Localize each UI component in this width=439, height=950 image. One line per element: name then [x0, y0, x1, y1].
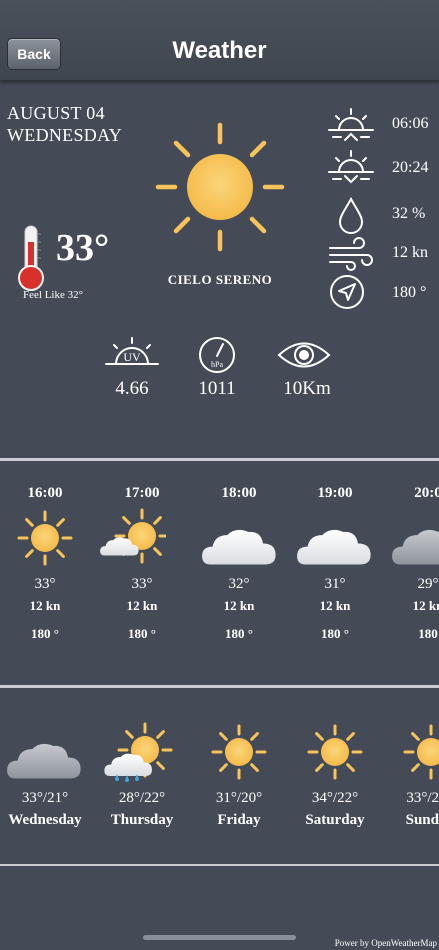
divider — [0, 685, 439, 688]
hourly-wind-direction: 180 ° — [225, 626, 253, 641]
daily-day-name: Thursday — [110, 812, 174, 828]
powered-by-label: Power by OpenWeatherMap — [334, 938, 437, 948]
cloud-icon — [202, 529, 276, 565]
sunrise-icon — [328, 108, 374, 141]
hourly-temperature: 32° — [228, 576, 250, 592]
thermometer-icon — [18, 225, 44, 291]
wind-direction-icon — [330, 275, 364, 309]
daily-day-name: Friday — [217, 812, 261, 828]
dark-cloud-icon — [392, 529, 439, 565]
sunset-icon — [328, 150, 374, 184]
hourly-wind: 12 kn — [126, 598, 158, 613]
navigation-bar: Back Weather — [0, 0, 439, 81]
pressure-value: 1011 — [198, 378, 236, 399]
cloud-icon — [297, 529, 371, 565]
hourly-wind-direction: 180 — [418, 626, 438, 641]
humidity-drop-icon — [338, 196, 364, 234]
uv-index-value: 4.66 — [115, 378, 149, 399]
hourly-time: 19:00 — [317, 485, 353, 501]
weather-condition: CIELO SERENO — [167, 272, 273, 287]
pressure-unit-label: hPa — [211, 360, 223, 369]
sun-icon — [211, 724, 267, 780]
sun-icon — [17, 510, 73, 566]
current-temperature: 33° — [56, 227, 110, 269]
daily-temperature-range: 28°/22° — [118, 790, 166, 806]
hourly-time: 18:00 — [221, 485, 257, 501]
sun-rain-icon — [104, 722, 173, 782]
wind-direction: 180 ° — [392, 284, 427, 301]
hourly-wind-direction: 180 ° — [321, 626, 349, 641]
hourly-wind-direction: 180 ° — [128, 626, 156, 641]
dark-cloud-icon — [7, 743, 81, 779]
daily-day-name: Wednesday — [8, 812, 82, 828]
current-weekday: WEDNESDAY — [7, 125, 123, 145]
hourly-time: 17:00 — [124, 485, 160, 501]
sun-icon — [403, 724, 439, 780]
hourly-wind: 12 kn — [412, 598, 439, 613]
divider — [0, 864, 439, 866]
daily-temperature-range: 34°/22° — [311, 790, 359, 806]
hourly-wind-direction: 180 ° — [31, 626, 59, 641]
hourly-time: 16:00 — [27, 485, 63, 501]
divider — [0, 458, 439, 461]
uv-label: UV — [123, 350, 141, 364]
hourly-temperature: 31° — [324, 576, 346, 592]
wind-speed: 12 kn — [392, 244, 428, 261]
visibility-eye-icon — [277, 342, 331, 368]
sun-icon — [307, 724, 363, 780]
sun-cloud-icon — [100, 508, 166, 564]
hourly-temperature: 33° — [131, 576, 153, 592]
feels-like-label: Feel Like 32° — [23, 289, 83, 301]
hourly-temperature: 33° — [34, 576, 56, 592]
hourly-wind: 12 kn — [29, 598, 61, 613]
daily-day-name: Saturday — [305, 812, 365, 828]
clear-sky-sun-icon — [155, 122, 285, 252]
hourly-wind: 12 kn — [319, 598, 351, 613]
sunset-time: 20:24 — [392, 159, 429, 176]
hourly-time: 20:0 — [414, 485, 439, 501]
hourly-wind: 12 kn — [223, 598, 255, 613]
page-title: Weather — [172, 37, 267, 64]
home-indicator[interactable] — [143, 935, 296, 940]
uv-index-icon: UV — [105, 337, 159, 365]
sunrise-time: 06:06 — [392, 115, 429, 132]
hourly-temperature: 29° — [417, 576, 439, 592]
daily-temperature-range: 31°/20° — [215, 790, 263, 806]
visibility-value: 10Km — [283, 378, 331, 399]
current-date: AUGUST 04 — [7, 103, 105, 123]
wind-icon — [329, 237, 373, 271]
humidity-value: 32 % — [392, 205, 426, 222]
daily-temperature-range: 33°/21° — [21, 790, 69, 806]
daily-temperature-range: 33°/2 — [406, 790, 439, 806]
pressure-gauge-icon: hPa — [199, 337, 235, 373]
daily-day-name: Sund — [405, 812, 439, 828]
